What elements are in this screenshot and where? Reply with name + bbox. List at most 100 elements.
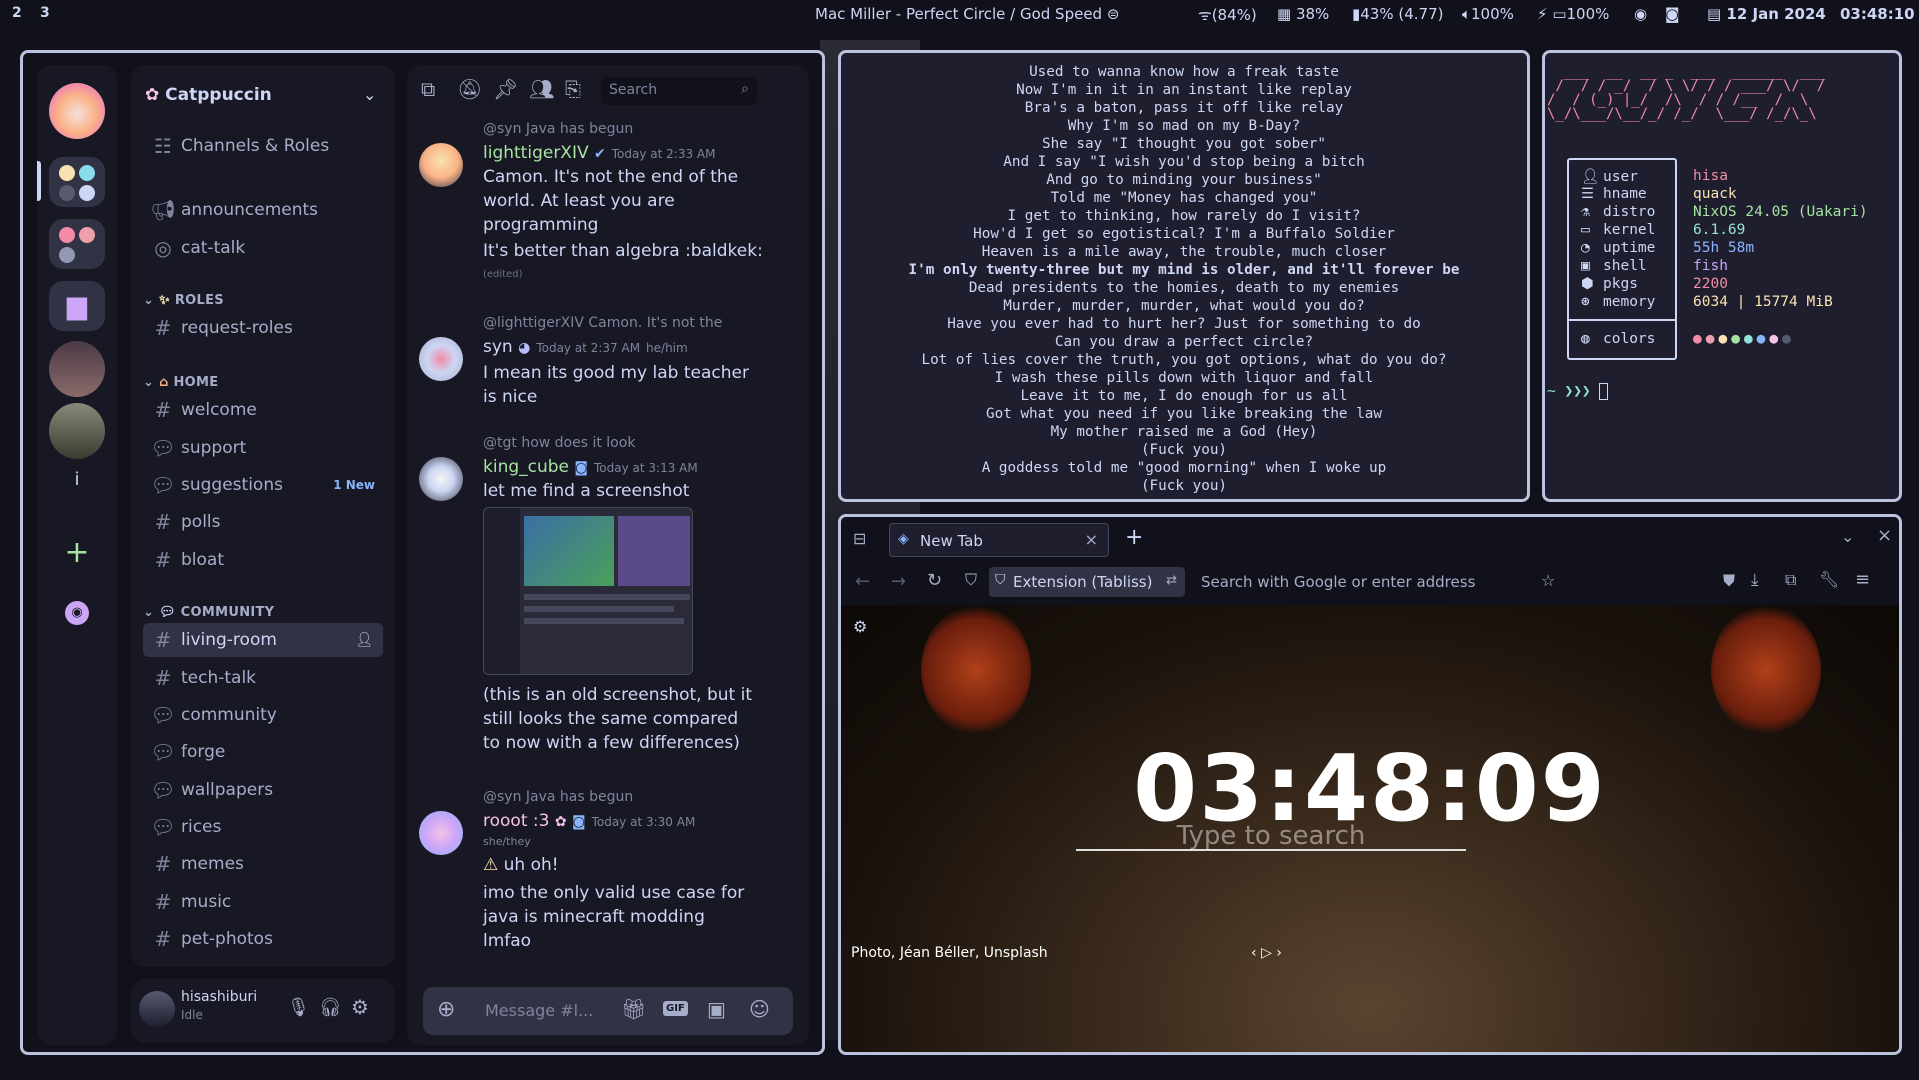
gift-icon[interactable]: 🎁︎ [621, 997, 646, 1021]
channel-memes[interactable]: # memes [143, 847, 383, 881]
search-input[interactable]: Search ⌕ [601, 77, 757, 105]
server-folder-1[interactable] [49, 157, 105, 207]
add-server-icon[interactable]: + [37, 535, 117, 570]
menu-icon[interactable]: ≡ [1855, 569, 1870, 590]
explore-icon[interactable]: ◉ [65, 601, 89, 625]
server-icon-i[interactable]: i [37, 469, 117, 490]
microphone-icon[interactable]: 🎙︎ [287, 997, 310, 1018]
message-input[interactable]: Message #l... [485, 1001, 593, 1020]
reply-preview[interactable]: @lighttigerXIV Camon. It's not the [483, 315, 783, 331]
message-author[interactable]: lighttigerXIV ✔ Today at 2:33 AM [483, 143, 715, 163]
category-home[interactable]: ⌄ ⌂ HOME [143, 375, 218, 390]
channel-request-roles[interactable]: # request-roles [143, 311, 383, 345]
stage-icon: ◎ [154, 236, 172, 260]
gear-icon[interactable]: ⚙ [853, 617, 867, 636]
category-community[interactable]: ⌄ 💬︎ COMMUNITY [143, 605, 274, 620]
photo-credit[interactable]: Photo, Jéan Béller, Unsplash [851, 945, 1048, 961]
channel-label: bloat [181, 550, 224, 570]
gear-icon[interactable]: ⚙ [351, 995, 369, 1019]
media-title[interactable]: Mac Miller - Perfect Circle / God Speed … [815, 5, 1119, 23]
close-tab-icon[interactable]: × [1085, 530, 1098, 549]
channels-roles[interactable]: ☷ Channels & Roles [143, 129, 383, 163]
message-author[interactable]: syn ◕ Today at 2:37 AM he/him [483, 337, 688, 357]
channel-polls[interactable]: # polls [143, 505, 383, 539]
shell-prompt[interactable]: ~ ❯❯❯ [1547, 383, 1609, 400]
server-icon-face[interactable] [49, 403, 105, 459]
avatar[interactable] [419, 457, 463, 501]
extensions-icon[interactable]: ⧉ [1785, 570, 1796, 590]
ublock-icon[interactable]: ⛊ [1723, 571, 1735, 591]
pin-icon[interactable]: 📌︎ [493, 77, 518, 101]
sticker-icon[interactable]: ▣ [707, 997, 726, 1021]
server-folder-2[interactable] [49, 219, 105, 269]
channel-label: pet-photos [181, 929, 273, 949]
message-author[interactable]: king_cube ◙ Today at 3:13 AM [483, 457, 698, 477]
play-icon[interactable]: ▷ [1261, 945, 1272, 961]
channel-bloat[interactable]: # bloat [143, 543, 383, 577]
server-icon-avatar[interactable] [49, 341, 105, 397]
close-window-icon[interactable]: × [1877, 525, 1892, 546]
workspace-3[interactable]: 3 [40, 5, 50, 21]
avatar[interactable] [419, 143, 463, 187]
channel-suggestions[interactable]: 💬︎ suggestions 1 New [143, 468, 383, 502]
media-text: Mac Miller - Perfect Circle / God Speed [815, 5, 1103, 23]
channel-announcements[interactable]: 📢︎ announcements [143, 193, 383, 227]
volume-status[interactable]: 🔈︎100% [1462, 5, 1514, 23]
add-member-icon[interactable]: 👤︎ [355, 632, 373, 648]
bookmark-star-icon[interactable]: ☆ [1541, 571, 1555, 590]
channel-pet-photos[interactable]: # pet-photos [143, 922, 383, 956]
tab-overview-icon[interactable]: ⊟ [853, 529, 866, 548]
mute-icon[interactable]: 🔕︎ [457, 77, 482, 101]
message-author[interactable]: rooot :3 ✿ ◙ Today at 3:30 AM [483, 811, 695, 831]
server-header[interactable]: ✿ Catppuccin [145, 85, 272, 105]
channel-rices[interactable]: 💬︎ rices [143, 810, 383, 844]
headphones-icon[interactable]: 🎧︎ [319, 997, 342, 1018]
emoji-icon[interactable]: ☺ [749, 997, 770, 1021]
reply-preview[interactable]: @tgt how does it look [483, 435, 783, 451]
members-icon[interactable]: 👥︎ [529, 77, 554, 101]
channel-wallpapers[interactable]: 💬︎ wallpapers [143, 773, 383, 807]
prev-icon[interactable]: ‹ [1251, 945, 1257, 961]
threads-icon[interactable]: ⧉ [421, 77, 435, 101]
category-roles[interactable]: ⌄ ✨︎ ROLES [143, 293, 224, 308]
avatar[interactable] [139, 991, 175, 1027]
gif-icon[interactable]: GIF [663, 1001, 688, 1016]
discord-tray-icon[interactable]: ◙ [1665, 5, 1680, 23]
channel-community[interactable]: 💬︎ community [143, 698, 383, 732]
folder-icon[interactable]: ▆ [49, 281, 105, 331]
server-icon-catppuccin[interactable] [49, 83, 105, 139]
devtools-icon[interactable]: 🔧︎ [1819, 570, 1839, 589]
inbox-icon[interactable]: ⎘ [565, 77, 581, 101]
workspace-2[interactable]: 2 [12, 5, 22, 21]
reload-icon[interactable]: ↻ [927, 570, 942, 591]
extension-identity[interactable]: ⛉ Extension (Tabliss) ⇄ [989, 567, 1185, 597]
forward-icon[interactable]: → [891, 571, 906, 592]
chevron-down-icon[interactable]: ⌄ [363, 85, 376, 104]
channel-living-room[interactable]: # living-room 👤︎ [143, 623, 383, 657]
next-icon[interactable]: › [1276, 945, 1282, 961]
attachment-screenshot[interactable] [483, 507, 693, 675]
avatar[interactable] [419, 811, 463, 855]
channel-support[interactable]: 💬︎ support [143, 431, 383, 465]
channel-label: welcome [181, 400, 257, 420]
username[interactable]: hisashiburi [181, 989, 257, 1005]
reply-preview[interactable]: @syn Java has begun [483, 121, 783, 137]
author-name: king_cube [483, 457, 570, 477]
avatar[interactable] [419, 337, 463, 381]
shield-icon[interactable]: ⛉ [965, 570, 977, 590]
download-icon[interactable]: ⤓ [1751, 570, 1759, 590]
channel-music[interactable]: # music [143, 885, 383, 919]
tabliss-search[interactable]: Type to search [1076, 821, 1466, 851]
tab-new-tab[interactable]: ◈ New Tab × [889, 523, 1109, 557]
channel-tech-talk[interactable]: # tech-talk [143, 661, 383, 695]
channel-cat-talk[interactable]: ◎ cat-talk [143, 231, 383, 265]
channel-forge[interactable]: 💬︎ forge [143, 735, 383, 769]
steam-tray-icon[interactable]: ◉ [1634, 5, 1647, 23]
new-tab-icon[interactable]: + [1125, 525, 1143, 550]
channel-welcome[interactable]: # welcome [143, 393, 383, 427]
add-attachment-icon[interactable]: ⊕ [437, 997, 455, 1022]
url-input[interactable]: Search with Google or enter address [1201, 573, 1475, 591]
reply-preview[interactable]: @syn Java has begun [483, 789, 783, 805]
list-tabs-icon[interactable]: ⌄ [1841, 527, 1854, 546]
back-icon[interactable]: ← [855, 571, 870, 592]
